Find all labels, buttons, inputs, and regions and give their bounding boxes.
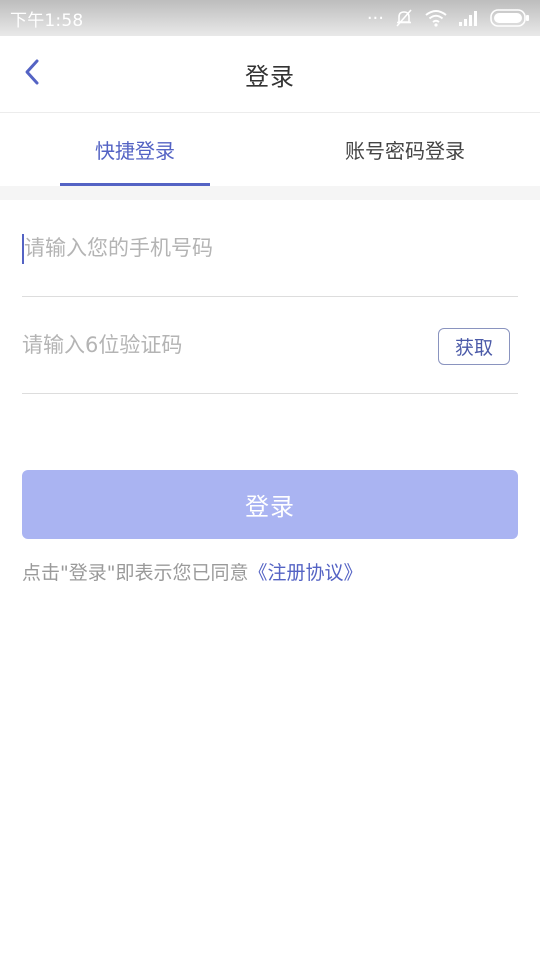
status-time: 下午1:58 bbox=[10, 10, 84, 31]
status-dots: ... bbox=[366, 3, 384, 24]
agreement: 点击"登录"即表示您已同意 《注册协议》 bbox=[22, 555, 363, 587]
mute-bell-icon bbox=[394, 8, 414, 28]
chevron-left-icon bbox=[23, 58, 41, 90]
login-button[interactable]: 登录 bbox=[22, 470, 518, 539]
tab-label: 账号密码登录 bbox=[345, 139, 465, 163]
tab-password-login[interactable]: 账号密码登录 bbox=[270, 113, 540, 186]
phone-row bbox=[22, 200, 518, 297]
wifi-icon bbox=[424, 9, 448, 27]
code-row: 获取 bbox=[22, 297, 518, 394]
status-bar: 下午1:58 ... bbox=[0, 0, 540, 36]
agreement-text: 点击"登录"即表示您已同意 bbox=[22, 561, 249, 584]
verification-code-input[interactable] bbox=[22, 333, 402, 357]
tab-label: 快捷登录 bbox=[95, 139, 175, 163]
get-code-button[interactable]: 获取 bbox=[438, 328, 510, 365]
tab-quick-login[interactable]: 快捷登录 bbox=[0, 113, 270, 186]
status-icons: ... bbox=[366, 3, 530, 28]
signal-icon bbox=[458, 10, 480, 26]
text-cursor bbox=[22, 234, 24, 264]
page-title: 登录 bbox=[245, 62, 295, 91]
login-tabs: 快捷登录 账号密码登录 bbox=[0, 113, 540, 186]
agreement-link[interactable]: 《注册协议》 bbox=[248, 558, 362, 585]
header: 登录 bbox=[0, 36, 540, 113]
phone-input[interactable] bbox=[22, 236, 402, 260]
battery-icon bbox=[490, 9, 530, 27]
back-button[interactable] bbox=[14, 56, 50, 92]
section-divider bbox=[0, 186, 540, 200]
